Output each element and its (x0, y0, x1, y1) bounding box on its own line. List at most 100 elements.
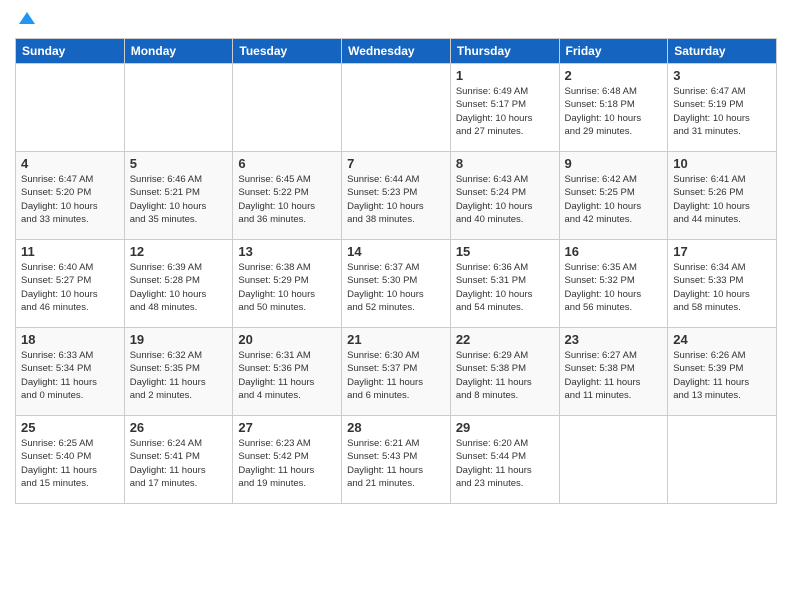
day-cell (342, 64, 451, 152)
day-number: 3 (673, 68, 771, 83)
day-number: 18 (21, 332, 119, 347)
week-row-4: 25 Sunrise: 6:25 AM Sunset: 5:40 PM Dayli… (16, 416, 777, 504)
day-info: Sunrise: 6:42 AM Sunset: 5:25 PM Dayligh… (565, 173, 663, 226)
day-info: Sunrise: 6:30 AM Sunset: 5:37 PM Dayligh… (347, 349, 445, 402)
day-info: Sunrise: 6:23 AM Sunset: 5:42 PM Dayligh… (238, 437, 336, 490)
day-info: Sunrise: 6:43 AM Sunset: 5:24 PM Dayligh… (456, 173, 554, 226)
day-number: 16 (565, 244, 663, 259)
day-info: Sunrise: 6:49 AM Sunset: 5:17 PM Dayligh… (456, 85, 554, 138)
day-info: Sunrise: 6:24 AM Sunset: 5:41 PM Dayligh… (130, 437, 228, 490)
header-row: SundayMondayTuesdayWednesdayThursdayFrid… (16, 39, 777, 64)
day-cell: 5 Sunrise: 6:46 AM Sunset: 5:21 PM Daylig… (124, 152, 233, 240)
day-number: 9 (565, 156, 663, 171)
day-info: Sunrise: 6:36 AM Sunset: 5:31 PM Dayligh… (456, 261, 554, 314)
day-info: Sunrise: 6:46 AM Sunset: 5:21 PM Dayligh… (130, 173, 228, 226)
day-number: 13 (238, 244, 336, 259)
day-number: 12 (130, 244, 228, 259)
day-number: 22 (456, 332, 554, 347)
day-cell: 2 Sunrise: 6:48 AM Sunset: 5:18 PM Daylig… (559, 64, 668, 152)
day-info: Sunrise: 6:47 AM Sunset: 5:19 PM Dayligh… (673, 85, 771, 138)
day-info: Sunrise: 6:29 AM Sunset: 5:38 PM Dayligh… (456, 349, 554, 402)
day-number: 7 (347, 156, 445, 171)
day-cell: 4 Sunrise: 6:47 AM Sunset: 5:20 PM Daylig… (16, 152, 125, 240)
day-info: Sunrise: 6:34 AM Sunset: 5:33 PM Dayligh… (673, 261, 771, 314)
day-info: Sunrise: 6:27 AM Sunset: 5:38 PM Dayligh… (565, 349, 663, 402)
day-info: Sunrise: 6:40 AM Sunset: 5:27 PM Dayligh… (21, 261, 119, 314)
day-cell: 1 Sunrise: 6:49 AM Sunset: 5:17 PM Daylig… (450, 64, 559, 152)
day-number: 27 (238, 420, 336, 435)
header-cell-saturday: Saturday (668, 39, 777, 64)
day-info: Sunrise: 6:21 AM Sunset: 5:43 PM Dayligh… (347, 437, 445, 490)
day-cell: 19Sunrise: 6:32 AM Sunset: 5:35 PM Dayli… (124, 328, 233, 416)
day-number: 23 (565, 332, 663, 347)
day-number: 8 (456, 156, 554, 171)
day-number: 21 (347, 332, 445, 347)
day-cell: 26 Sunrise: 6:24 AM Sunset: 5:41 PM Dayli… (124, 416, 233, 504)
day-number: 6 (238, 156, 336, 171)
header-cell-thursday: Thursday (450, 39, 559, 64)
day-number: 24 (673, 332, 771, 347)
day-number: 20 (238, 332, 336, 347)
day-number: 29 (456, 420, 554, 435)
day-info: Sunrise: 6:47 AM Sunset: 5:20 PM Dayligh… (21, 173, 119, 226)
day-cell: 20 Sunrise: 6:31 AM Sunset: 5:36 PM Dayli… (233, 328, 342, 416)
day-number: 28 (347, 420, 445, 435)
day-info: Sunrise: 6:20 AM Sunset: 5:44 PM Dayligh… (456, 437, 554, 490)
day-number: 5 (130, 156, 228, 171)
page-container: SundayMondayTuesdayWednesdayThursdayFrid… (0, 0, 792, 514)
day-number: 1 (456, 68, 554, 83)
day-info: Sunrise: 6:44 AM Sunset: 5:23 PM Dayligh… (347, 173, 445, 226)
day-info: Sunrise: 6:39 AM Sunset: 5:28 PM Dayligh… (130, 261, 228, 314)
day-info: Sunrise: 6:31 AM Sunset: 5:36 PM Dayligh… (238, 349, 336, 402)
day-cell: 15Sunrise: 6:36 AM Sunset: 5:31 PM Dayli… (450, 240, 559, 328)
day-cell: 3 Sunrise: 6:47 AM Sunset: 5:19 PM Daylig… (668, 64, 777, 152)
week-row-2: 11 Sunrise: 6:40 AM Sunset: 5:27 PM Dayli… (16, 240, 777, 328)
header-cell-sunday: Sunday (16, 39, 125, 64)
day-number: 25 (21, 420, 119, 435)
day-cell: 14Sunrise: 6:37 AM Sunset: 5:30 PM Dayli… (342, 240, 451, 328)
day-info: Sunrise: 6:37 AM Sunset: 5:30 PM Dayligh… (347, 261, 445, 314)
day-info: Sunrise: 6:45 AM Sunset: 5:22 PM Dayligh… (238, 173, 336, 226)
day-cell: 17 Sunrise: 6:34 AM Sunset: 5:33 PM Dayli… (668, 240, 777, 328)
day-cell: 28 Sunrise: 6:21 AM Sunset: 5:43 PM Dayli… (342, 416, 451, 504)
day-cell (559, 416, 668, 504)
day-cell (124, 64, 233, 152)
header (15, 10, 777, 30)
day-info: Sunrise: 6:25 AM Sunset: 5:40 PM Dayligh… (21, 437, 119, 490)
calendar-table: SundayMondayTuesdayWednesdayThursdayFrid… (15, 38, 777, 504)
day-cell: 13 Sunrise: 6:38 AM Sunset: 5:29 PM Dayli… (233, 240, 342, 328)
logo-icon (17, 10, 37, 30)
day-cell: 6 Sunrise: 6:45 AM Sunset: 5:22 PM Daylig… (233, 152, 342, 240)
day-cell: 8 Sunrise: 6:43 AM Sunset: 5:24 PM Daylig… (450, 152, 559, 240)
day-cell: 22 Sunrise: 6:29 AM Sunset: 5:38 PM Dayli… (450, 328, 559, 416)
day-cell: 21 Sunrise: 6:30 AM Sunset: 5:37 PM Dayli… (342, 328, 451, 416)
day-cell: 11 Sunrise: 6:40 AM Sunset: 5:27 PM Dayli… (16, 240, 125, 328)
header-cell-wednesday: Wednesday (342, 39, 451, 64)
day-cell: 18 Sunrise: 6:33 AM Sunset: 5:34 PM Dayli… (16, 328, 125, 416)
day-cell: 27 Sunrise: 6:23 AM Sunset: 5:42 PM Dayli… (233, 416, 342, 504)
day-info: Sunrise: 6:38 AM Sunset: 5:29 PM Dayligh… (238, 261, 336, 314)
day-info: Sunrise: 6:33 AM Sunset: 5:34 PM Dayligh… (21, 349, 119, 402)
day-number: 10 (673, 156, 771, 171)
header-cell-tuesday: Tuesday (233, 39, 342, 64)
day-number: 4 (21, 156, 119, 171)
day-info: Sunrise: 6:48 AM Sunset: 5:18 PM Dayligh… (565, 85, 663, 138)
day-info: Sunrise: 6:41 AM Sunset: 5:26 PM Dayligh… (673, 173, 771, 226)
day-number: 2 (565, 68, 663, 83)
day-cell: 23 Sunrise: 6:27 AM Sunset: 5:38 PM Dayli… (559, 328, 668, 416)
day-cell (668, 416, 777, 504)
day-number: 26 (130, 420, 228, 435)
day-cell: 29 Sunrise: 6:20 AM Sunset: 5:44 PM Dayli… (450, 416, 559, 504)
day-cell: 25 Sunrise: 6:25 AM Sunset: 5:40 PM Dayli… (16, 416, 125, 504)
day-cell: 9 Sunrise: 6:42 AM Sunset: 5:25 PM Daylig… (559, 152, 668, 240)
day-cell: 10 Sunrise: 6:41 AM Sunset: 5:26 PM Dayli… (668, 152, 777, 240)
day-info: Sunrise: 6:35 AM Sunset: 5:32 PM Dayligh… (565, 261, 663, 314)
day-cell: 16 Sunrise: 6:35 AM Sunset: 5:32 PM Dayli… (559, 240, 668, 328)
day-number: 17 (673, 244, 771, 259)
day-info: Sunrise: 6:26 AM Sunset: 5:39 PM Dayligh… (673, 349, 771, 402)
day-number: 11 (21, 244, 119, 259)
day-info: Sunrise: 6:32 AM Sunset: 5:35 PM Dayligh… (130, 349, 228, 402)
day-cell: 12 Sunrise: 6:39 AM Sunset: 5:28 PM Dayli… (124, 240, 233, 328)
day-cell (16, 64, 125, 152)
day-cell: 24 Sunrise: 6:26 AM Sunset: 5:39 PM Dayli… (668, 328, 777, 416)
